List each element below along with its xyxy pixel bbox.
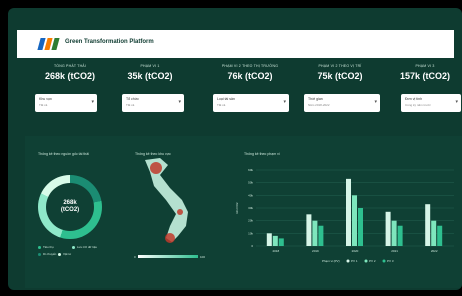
- chart-bar: [385, 211, 391, 246]
- chart-x-tick-label: 2018: [272, 249, 279, 253]
- chart-y-tick-label: 30k: [248, 206, 253, 210]
- chart-bar: [431, 220, 437, 246]
- chart-bar: [358, 208, 363, 246]
- chart-y-tick-label: 60k: [248, 168, 253, 172]
- chart-bar: [312, 220, 318, 246]
- chart-legend-swatch: [364, 259, 368, 263]
- chart-bar: [437, 225, 443, 246]
- chart-legend-label: PV 1: [351, 259, 358, 263]
- chart-y-tick-label: 10k: [248, 231, 253, 235]
- chart-bar: [391, 220, 397, 246]
- chart-legend-label: PV 3: [387, 259, 394, 263]
- chart-bar: [318, 225, 324, 246]
- chart-y-tick-label: 20k: [248, 219, 253, 223]
- chart-y-tick-label: 40k: [248, 193, 253, 197]
- chart-legend-swatch: [382, 259, 386, 263]
- chart-y-axis-label: tấn CO2: [235, 202, 239, 214]
- chart-bar: [272, 235, 278, 246]
- chart-legend-swatch: [346, 259, 350, 263]
- scope-bar-chart: 0 10k 20k 30k 40k 50k 60k tấn CO2 2018 2019 2020 20…: [235, 168, 454, 263]
- chart-x-tick-label: 2021: [391, 249, 398, 253]
- chart-bar: [306, 214, 312, 246]
- chart-x-tick-label: 2022: [431, 249, 438, 253]
- chart-bar: [352, 195, 357, 246]
- chart-bar: [346, 178, 351, 246]
- chart-x-tick-label: 2020: [352, 249, 359, 253]
- chart-x-tick-label: 2019: [312, 249, 319, 253]
- chart-legend-label: PV 2: [369, 259, 376, 263]
- chart-bar: [425, 204, 431, 246]
- chart-bar: [397, 225, 403, 246]
- chart-bar: [266, 233, 272, 246]
- chart-legend-title: Phạm vi (PV): [322, 259, 340, 263]
- chart-y-tick-label: 0: [251, 244, 253, 248]
- chart-y-tick-label: 50k: [248, 181, 253, 185]
- chart-bar: [278, 238, 284, 246]
